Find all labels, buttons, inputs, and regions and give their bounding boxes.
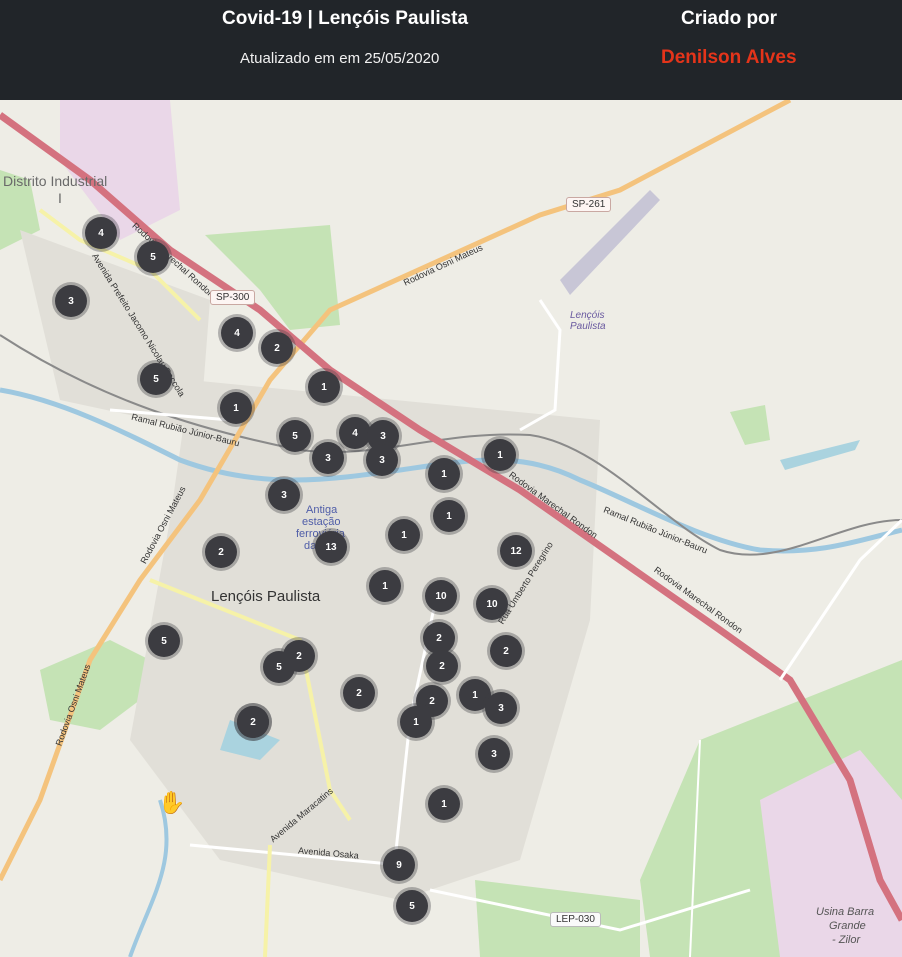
case-cluster[interactable]: 2 [237,706,269,738]
hand-pointer-icon: ✋ [158,790,186,815]
airport-label-1: Lençóis [570,310,605,321]
lep030-shield: LEP-030 [550,912,601,927]
case-cluster[interactable]: 1 [308,371,340,403]
case-cluster[interactable]: 5 [148,625,180,657]
case-cluster[interactable]: 3 [268,479,300,511]
case-cluster[interactable]: 12 [500,535,532,567]
case-cluster[interactable]: 3 [485,692,517,724]
created-by-label: Criado por [681,8,778,29]
map-view[interactable]: Distrito Industrial I Lençóis Paulista A… [0,100,902,957]
case-cluster[interactable]: 1 [400,706,432,738]
airport-label-2: Paulista [570,321,606,332]
case-cluster[interactable]: 2 [490,635,522,667]
case-cluster[interactable]: 10 [476,588,508,620]
case-cluster[interactable]: 13 [315,531,347,563]
case-cluster[interactable]: 3 [55,285,87,317]
case-cluster[interactable]: 1 [369,570,401,602]
case-cluster[interactable]: 10 [425,580,457,612]
case-cluster[interactable]: 2 [283,640,315,672]
usina-label-1: Usina Barra [816,906,875,918]
district-number-label: I [58,190,62,206]
station-label-1: Antiga [306,504,338,516]
sp300-shield: SP-300 [210,290,256,305]
case-cluster[interactable]: 2 [343,677,375,709]
sp261-shield: SP-261 [566,197,612,212]
case-cluster[interactable]: 1 [428,458,460,490]
case-cluster[interactable]: 3 [366,444,398,476]
case-cluster[interactable]: 5 [137,241,169,273]
case-cluster[interactable]: 3 [478,738,510,770]
station-label-2: estação [302,516,341,528]
usina-label-2: Grande [829,920,866,932]
author-link[interactable]: Denilson Alves [661,47,797,69]
case-cluster[interactable]: 2 [261,332,293,364]
case-cluster[interactable]: 4 [85,217,117,249]
case-cluster[interactable]: 5 [140,363,172,395]
district-label: Distrito Industrial [3,173,108,189]
case-cluster[interactable]: 5 [396,890,428,922]
city-label: Lençóis Paulista [211,588,321,605]
case-cluster[interactable]: 1 [428,788,460,820]
updated-date: Atualizado em em 25/05/2020 [240,50,440,67]
case-cluster[interactable]: 2 [426,650,458,682]
case-cluster[interactable]: 1 [220,392,252,424]
case-cluster[interactable]: 1 [388,519,420,551]
case-cluster[interactable]: 1 [433,500,465,532]
top-header: Covid-19 | Lençóis Paulista Atualizado e… [0,0,902,100]
case-cluster[interactable]: 4 [221,317,253,349]
case-cluster[interactable]: 5 [279,420,311,452]
case-cluster[interactable]: 1 [484,439,516,471]
page-title: Covid-19 | Lençóis Paulista [222,8,469,29]
usina-label-3: - Zilor [832,934,861,946]
case-cluster[interactable]: 2 [205,536,237,568]
case-cluster[interactable]: 9 [383,849,415,881]
case-cluster[interactable]: 3 [312,442,344,474]
